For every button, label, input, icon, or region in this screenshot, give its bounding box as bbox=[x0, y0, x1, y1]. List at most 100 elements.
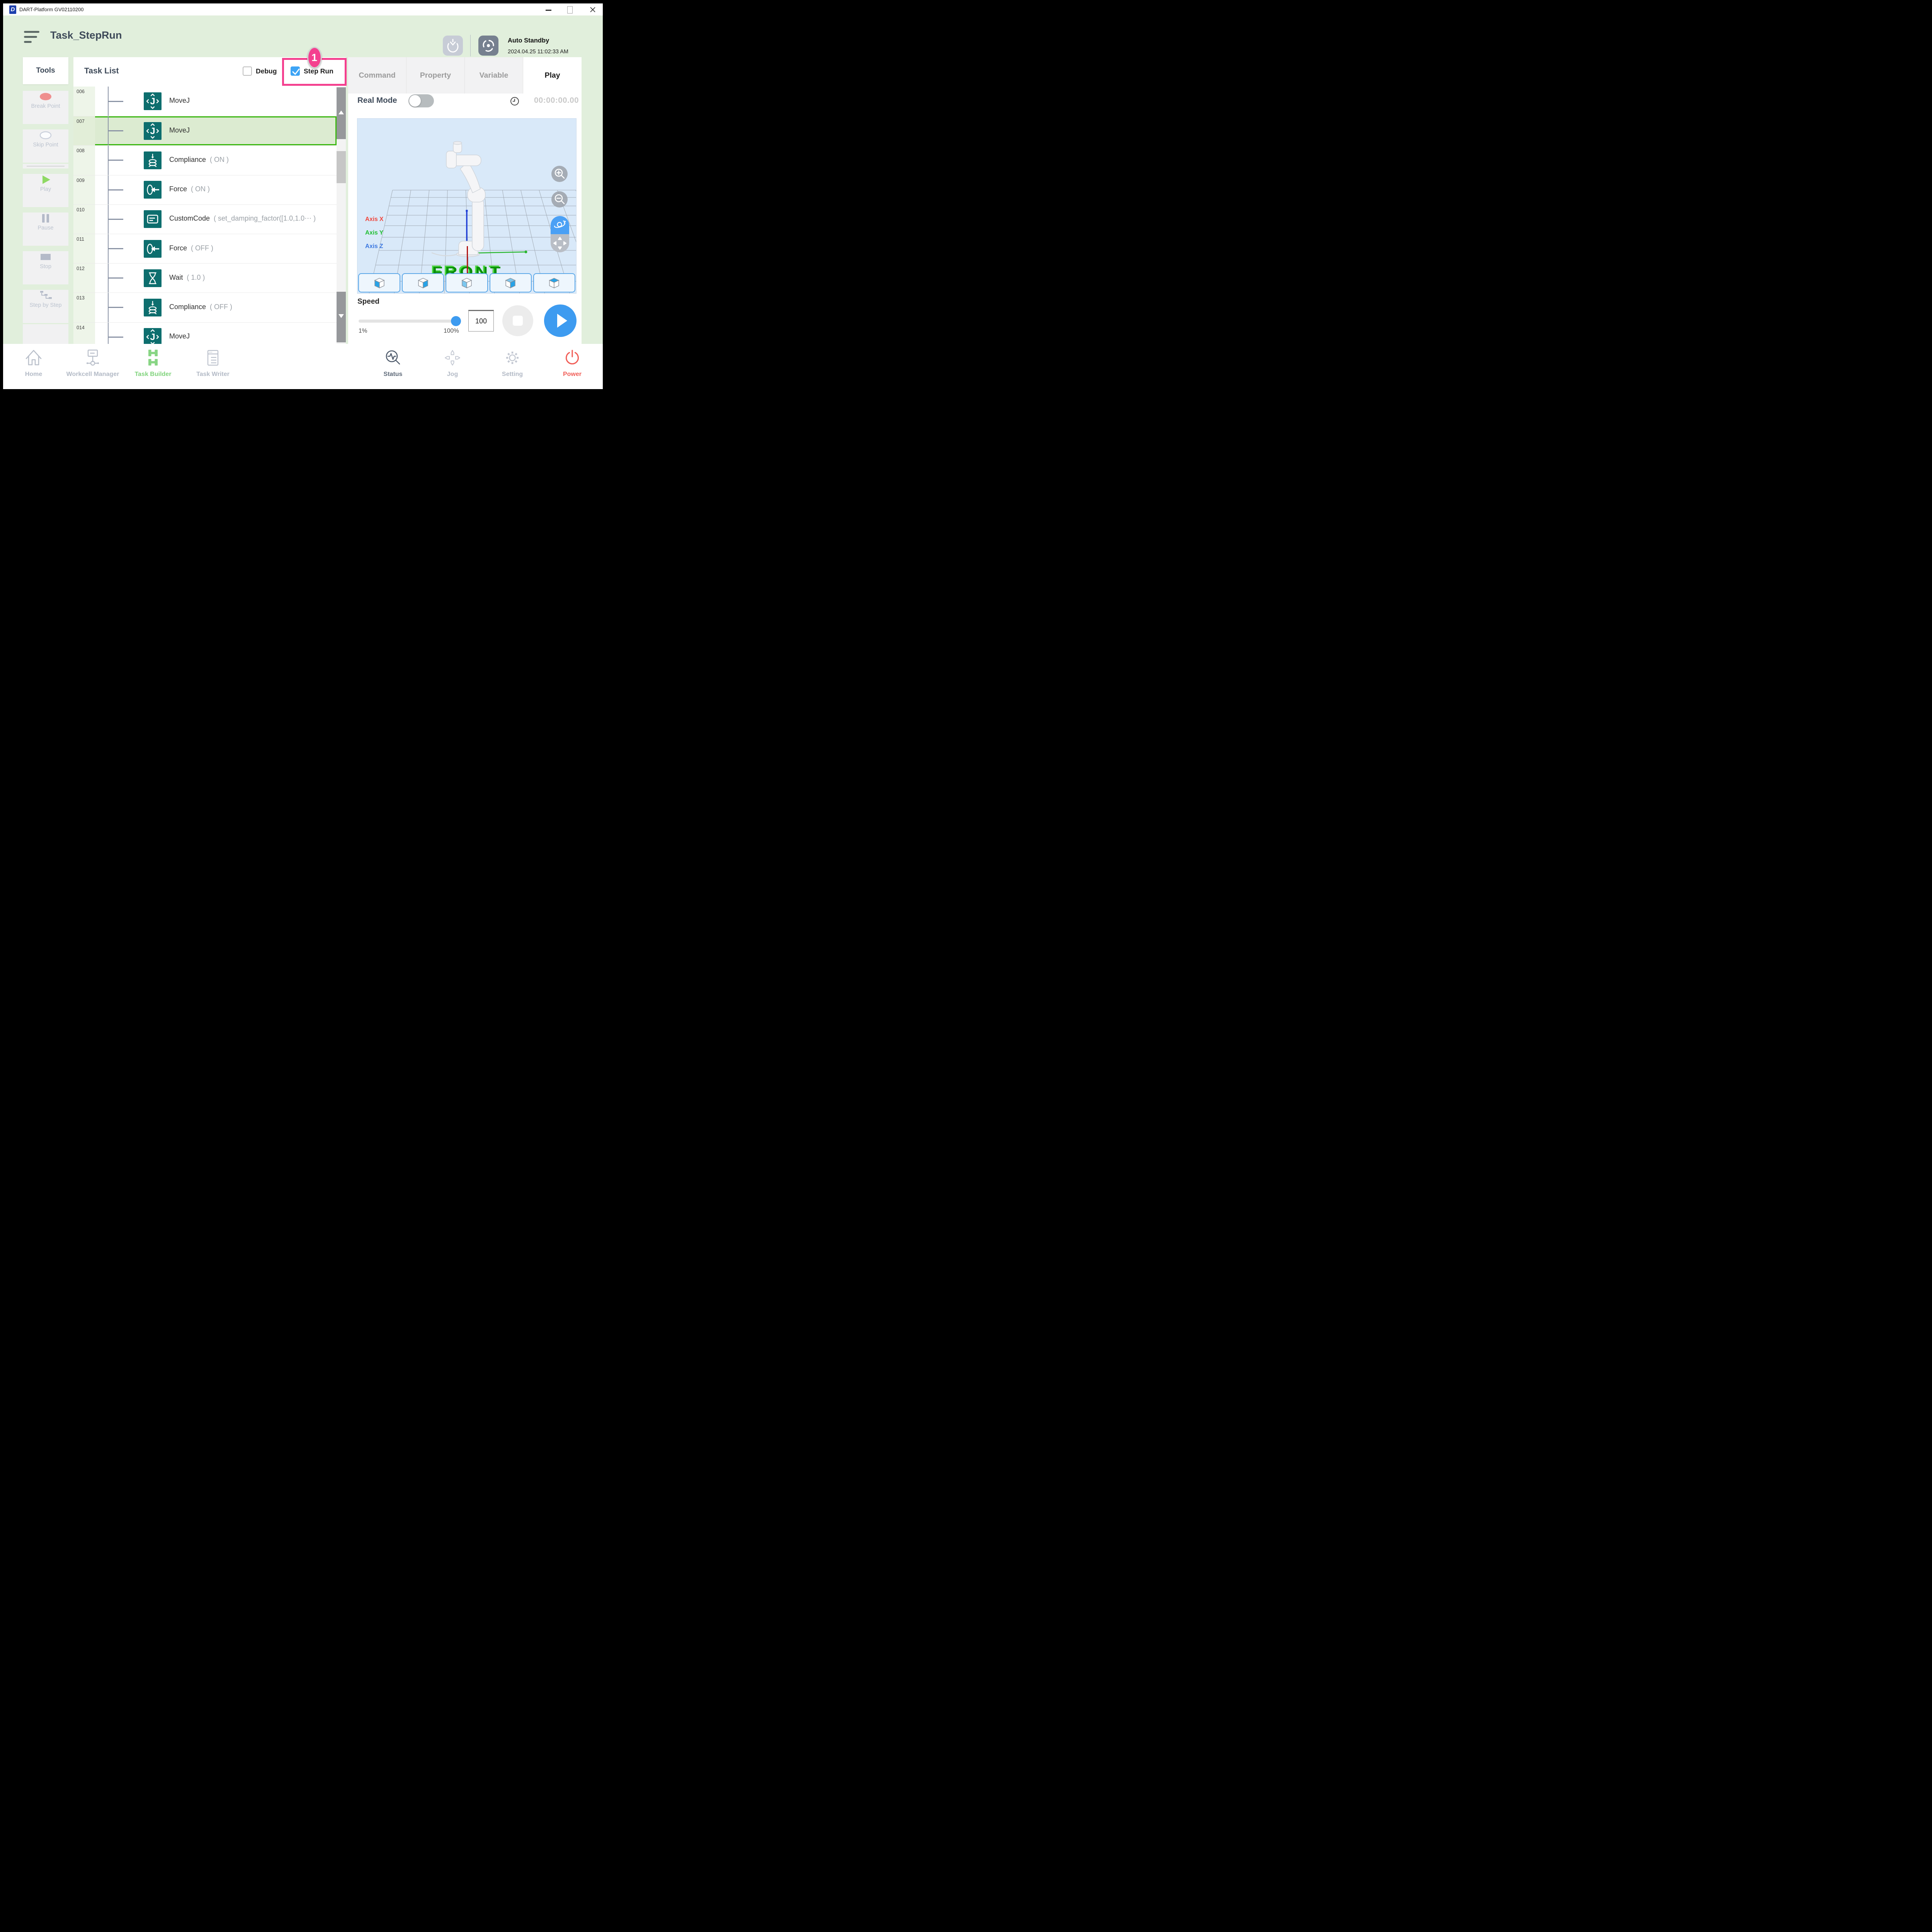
view-top-button[interactable] bbox=[533, 273, 575, 293]
app-logo: D bbox=[9, 5, 16, 14]
view-preset-row bbox=[358, 273, 575, 293]
debug-checkbox-group[interactable]: Debug bbox=[243, 66, 277, 76]
nav-item-task-builder[interactable]: Task Builder bbox=[124, 348, 182, 386]
maximize-button[interactable] bbox=[563, 4, 576, 15]
task-row-010[interactable]: 010CustomCode( set_damping_factor([1.0,1… bbox=[73, 204, 337, 234]
nav-item-label: Task Writer bbox=[184, 371, 242, 378]
nav-item-power[interactable]: Power bbox=[543, 348, 601, 386]
minimize-button[interactable] bbox=[542, 4, 555, 15]
home-icon bbox=[24, 348, 44, 368]
tool-item-step-by-step[interactable]: Step by Step bbox=[23, 290, 68, 323]
app-window: D DART-Platform GV02110200 Task_StepRun bbox=[3, 3, 603, 389]
movej-icon: J bbox=[144, 328, 162, 344]
titlebar: D DART-Platform GV02110200 bbox=[3, 4, 603, 15]
tool-item-pause[interactable]: Pause bbox=[23, 213, 68, 246]
steprun-checkbox-group[interactable]: Step Run bbox=[291, 66, 333, 76]
orbit-icon bbox=[551, 216, 569, 234]
setting-icon bbox=[502, 348, 522, 368]
nav-item-setting[interactable]: Setting bbox=[483, 348, 541, 386]
speed-value-field[interactable]: 100 bbox=[468, 310, 494, 332]
task-row-012[interactable]: 012Wait( 1.0 ) bbox=[73, 263, 337, 293]
view-right-button[interactable] bbox=[402, 273, 444, 293]
scrollbar-thumb[interactable] bbox=[337, 151, 346, 183]
task-label: CustomCode bbox=[169, 214, 210, 222]
nav-item-task-writer[interactable]: Task Writer bbox=[184, 348, 242, 386]
play-timer: 00:00:00.00 bbox=[514, 96, 579, 105]
tool-item-label: Skip Point bbox=[23, 142, 68, 148]
task-row-011[interactable]: 011Force( OFF ) bbox=[73, 234, 337, 263]
zoom-in-button[interactable] bbox=[551, 166, 568, 182]
tool-item-skip-point[interactable]: Skip Point bbox=[23, 129, 68, 163]
task-row-009[interactable]: 009Force( ON ) bbox=[73, 175, 337, 204]
task-label: Wait bbox=[169, 274, 183, 281]
screenshot-stage: D DART-Platform GV02110200 Task_StepRun bbox=[0, 0, 606, 392]
svg-text:J: J bbox=[150, 332, 155, 342]
task-icon-box bbox=[144, 181, 162, 199]
tab-play[interactable]: Play bbox=[523, 57, 582, 94]
tool-item-label: Break Point bbox=[23, 103, 68, 109]
tool-item-stop[interactable]: Stop bbox=[23, 251, 68, 284]
debug-checkbox[interactable] bbox=[243, 66, 252, 76]
tab-property[interactable]: Property bbox=[406, 57, 465, 94]
robot-mode-button[interactable] bbox=[443, 36, 463, 56]
stop-button[interactable] bbox=[502, 305, 533, 336]
real-mode-toggle[interactable] bbox=[408, 94, 434, 107]
nav-item-jog[interactable]: Jog bbox=[423, 348, 481, 386]
task-row-013[interactable]: 013Compliance( OFF ) bbox=[73, 293, 337, 322]
close-button[interactable] bbox=[586, 4, 599, 15]
speed-slider-track[interactable] bbox=[359, 320, 461, 323]
simulation-viewer[interactable]: Axis X Axis Y Axis Z FRONT bbox=[357, 118, 577, 294]
view-right-cube-icon bbox=[416, 277, 430, 289]
nav-item-status[interactable]: Status bbox=[364, 348, 422, 386]
pan-button[interactable] bbox=[551, 234, 569, 252]
nav-item-workcell-manager[interactable]: Workcell Manager bbox=[64, 348, 122, 386]
tree-connector bbox=[108, 219, 123, 220]
view-back-cube-icon bbox=[503, 277, 517, 289]
menu-icon[interactable] bbox=[24, 31, 41, 44]
scroll-down-button[interactable] bbox=[337, 292, 346, 342]
compliance-icon bbox=[144, 299, 162, 316]
view-top-cube-icon bbox=[547, 277, 561, 289]
power-icon bbox=[562, 348, 582, 368]
task-param: ( 1.0 ) bbox=[187, 274, 205, 281]
zoom-out-button[interactable] bbox=[551, 191, 568, 207]
view-left-button[interactable] bbox=[446, 273, 488, 293]
tools-divider bbox=[23, 164, 68, 168]
task-rows: 006JMoveJ007JMoveJ008Compliance( ON )009… bbox=[73, 87, 337, 344]
view-front-button[interactable] bbox=[358, 273, 400, 293]
tool-item-play[interactable]: Play bbox=[23, 174, 68, 207]
task-list-scrollbar[interactable] bbox=[337, 87, 346, 344]
task-row-008[interactable]: 008Compliance( ON ) bbox=[73, 145, 337, 175]
status-icon bbox=[383, 348, 403, 368]
speed-slider-knob[interactable] bbox=[451, 316, 461, 326]
view-back-button[interactable] bbox=[490, 273, 532, 293]
nav-item-home[interactable]: Home bbox=[5, 348, 63, 386]
task-icon-box bbox=[144, 240, 162, 258]
compliance-icon bbox=[144, 151, 162, 169]
customcode-icon bbox=[144, 210, 162, 228]
task-label: MoveJ bbox=[169, 332, 190, 340]
task-row-006[interactable]: 006JMoveJ bbox=[73, 87, 337, 116]
task-list-panel: Task List Debug Step Run 1 bbox=[73, 57, 346, 344]
task-row-014[interactable]: 014JMoveJ bbox=[73, 322, 337, 344]
tab-variable[interactable]: Variable bbox=[465, 57, 523, 94]
tool-item-break-point[interactable]: Break Point bbox=[23, 91, 68, 124]
auto-mode-button[interactable] bbox=[478, 36, 498, 56]
axis-y-label: Axis Y bbox=[365, 230, 383, 236]
debug-label: Debug bbox=[256, 67, 277, 75]
orbit-button[interactable] bbox=[551, 216, 569, 234]
tool-item-label: Step by Step bbox=[23, 302, 68, 308]
task-row-number: 010 bbox=[73, 205, 95, 234]
step-by-step-icon bbox=[38, 290, 53, 301]
steprun-checkbox[interactable] bbox=[291, 66, 300, 76]
tab-command[interactable]: Command bbox=[348, 57, 406, 94]
task-row-number: 007 bbox=[73, 116, 95, 145]
task-builder-icon bbox=[143, 348, 163, 368]
task-row-007[interactable]: 007JMoveJ bbox=[73, 116, 337, 145]
play-button[interactable] bbox=[544, 304, 577, 337]
scroll-up-button[interactable] bbox=[337, 87, 346, 139]
view-left-cube-icon bbox=[460, 277, 474, 289]
view-control-pill bbox=[551, 216, 569, 252]
main-area: Tools Break PointSkip PointPlayPauseStop… bbox=[3, 57, 603, 344]
real-mode-label: Real Mode bbox=[357, 96, 397, 105]
